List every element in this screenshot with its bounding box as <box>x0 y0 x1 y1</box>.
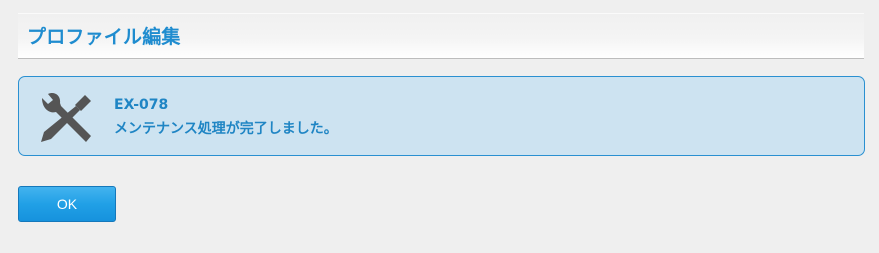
message-text: メンテナンス処理が完了しました。 <box>114 121 338 137</box>
message-code: EX-078 <box>114 97 169 113</box>
ok-button[interactable]: OK <box>18 186 116 222</box>
tools-icon <box>41 93 91 142</box>
page-header: プロファイル編集 <box>18 13 864 59</box>
message-box: EX-078 メンテナンス処理が完了しました。 <box>18 76 865 156</box>
page-title: プロファイル編集 <box>27 26 181 48</box>
